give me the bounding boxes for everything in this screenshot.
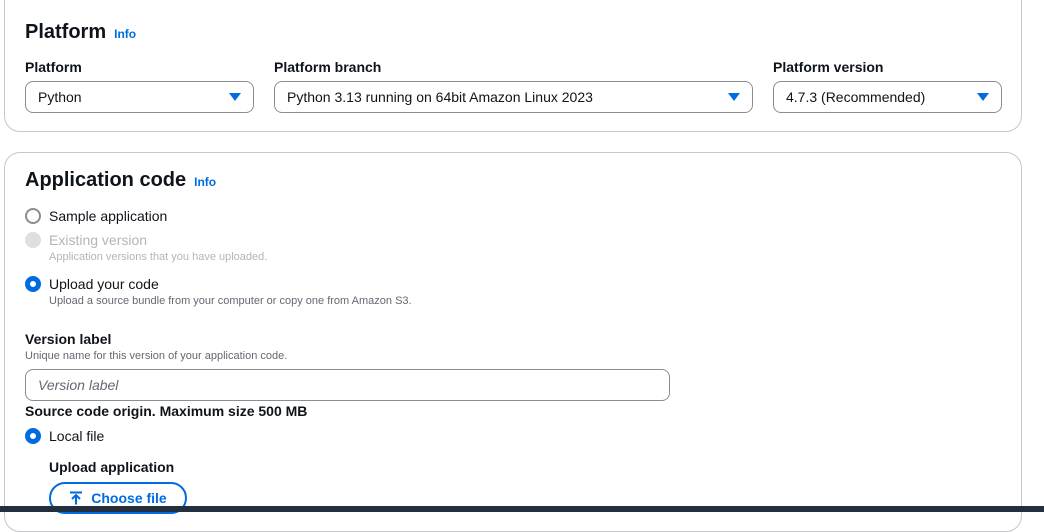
choose-file-label: Choose file [91,490,167,506]
radio-description: Upload a source bundle from your compute… [49,295,412,307]
platform-branch-select[interactable]: Python 3.13 running on 64bit Amazon Linu… [274,81,753,113]
platform-branch-label: Platform branch [274,59,382,75]
radio-button-disabled [25,232,41,248]
source-origin-label: Source code origin. Maximum size 500 MB [25,403,308,419]
bottom-bar [0,506,1044,512]
platform-info-link[interactable]: Info [114,27,136,41]
platform-version-select[interactable]: 4.7.3 (Recommended) [773,81,1002,113]
radio-label: Existing version [49,232,148,248]
radio-local-file[interactable]: Local file [25,427,104,445]
version-label-description: Unique name for this version of your app… [25,350,288,362]
radio-upload-your-code[interactable]: Upload your code Upload a source bundle … [25,275,412,309]
radio-description: Application versions that you have uploa… [49,251,268,263]
radio-existing-version: Existing version Application versions th… [25,231,267,265]
application-code-card: Application code Info Sample application… [4,152,1022,532]
platform-heading: Platform Info [25,21,136,44]
upload-application-label: Upload application [49,459,175,475]
application-code-title: Application code [25,169,187,191]
version-label-label: Version label [25,331,112,347]
platform-card: Platform Info Platform Python Platform b… [4,0,1022,132]
upload-icon [70,491,83,505]
caret-down-icon [977,93,989,101]
application-code-info-link[interactable]: Info [194,175,216,189]
radio-button-checked[interactable] [25,276,41,292]
radio-label: Upload your code [49,276,159,292]
platform-title: Platform [25,21,107,43]
platform-version-label: Platform version [773,59,884,75]
platform-label: Platform [25,59,82,75]
application-code-heading: Application code Info [25,169,216,192]
radio-sample-application[interactable]: Sample application [25,207,167,225]
platform-select-value: Python [38,89,82,105]
radio-button[interactable] [25,208,41,224]
radio-label: Local file [49,428,105,444]
version-label-input[interactable] [25,369,670,401]
radio-label: Sample application [49,208,168,224]
platform-branch-value: Python 3.13 running on 64bit Amazon Linu… [287,89,593,105]
caret-down-icon [728,93,740,101]
caret-down-icon [229,93,241,101]
radio-button-checked[interactable] [25,428,41,444]
platform-select[interactable]: Python [25,81,254,113]
platform-version-value: 4.7.3 (Recommended) [786,89,926,105]
